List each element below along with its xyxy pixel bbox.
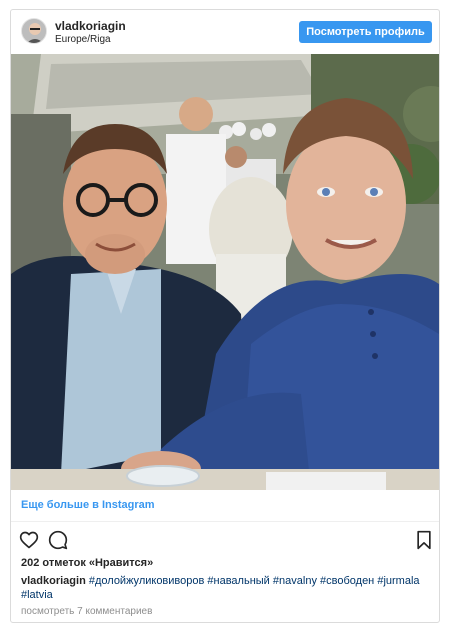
likes-count[interactable]: 202 отметок «Нравится» (21, 556, 153, 570)
hashtag[interactable]: #навальный (207, 575, 269, 587)
post-photo[interactable] (11, 54, 439, 490)
avatar-image (22, 19, 46, 43)
comment-icon[interactable] (48, 530, 68, 550)
caption: vladkoriagin #долойжуликовиворов #наваль… (21, 574, 431, 602)
view-profile-button[interactable]: Посмотреть профиль (299, 21, 432, 43)
divider (11, 521, 439, 522)
more-on-instagram-link[interactable]: Еще больше в Instagram (21, 498, 155, 512)
photo-illustration (11, 54, 439, 490)
instagram-embed-card: vladkoriagin Europe/Riga Посмотреть проф… (10, 9, 440, 623)
hashtag[interactable]: #долойжуликовиворов (89, 575, 204, 587)
caption-username[interactable]: vladkoriagin (21, 575, 86, 587)
view-comments-link[interactable]: посмотреть 7 комментариев (21, 605, 152, 618)
hashtag[interactable]: #свободен (320, 575, 374, 587)
post-header: vladkoriagin Europe/Riga Посмотреть проф… (11, 10, 439, 54)
hashtag[interactable]: #latvia (21, 589, 53, 601)
username[interactable]: vladkoriagin (55, 19, 126, 33)
avatar[interactable] (21, 18, 47, 44)
hashtag[interactable]: #navalny (273, 575, 317, 587)
heart-icon[interactable] (19, 530, 39, 550)
bookmark-icon[interactable] (414, 530, 434, 550)
action-bar (11, 526, 439, 556)
location[interactable]: Europe/Riga (55, 34, 111, 46)
hashtag[interactable]: #jurmala (377, 575, 419, 587)
